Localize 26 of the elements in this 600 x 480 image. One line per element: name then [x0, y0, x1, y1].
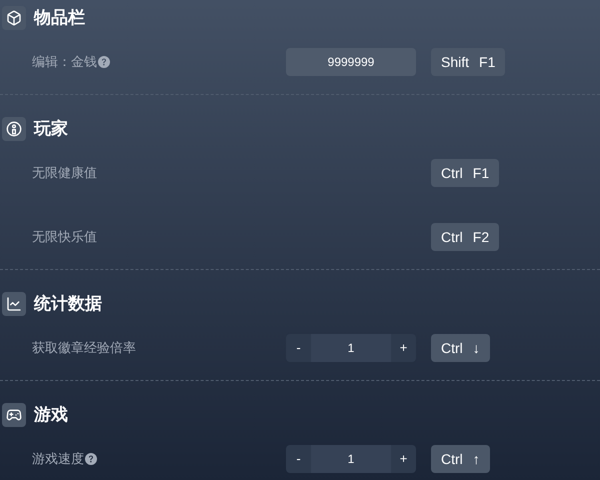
line-chart-icon: [6, 296, 22, 312]
number-field[interactable]: 1: [311, 445, 391, 473]
setting-label: 无限健康值: [32, 164, 97, 182]
hotkey-button[interactable]: Ctrl ↓: [431, 334, 490, 362]
hotkey-button[interactable]: Ctrl ↑: [431, 445, 490, 473]
section-title: 统计数据: [34, 293, 102, 315]
decrement-button[interactable]: -: [286, 445, 311, 473]
setting-label: 编辑：金钱: [32, 53, 97, 72]
increment-button[interactable]: +: [391, 334, 416, 362]
section-title: 游戏: [34, 404, 68, 426]
decrement-button[interactable]: -: [286, 334, 311, 362]
section-title: 物品栏: [34, 7, 85, 29]
increment-button[interactable]: +: [391, 445, 416, 473]
hotkey-button[interactable]: Ctrl F2: [431, 223, 500, 251]
setting-label: 获取徽章经验倍率: [32, 339, 136, 358]
help-icon[interactable]: [85, 453, 97, 465]
setting-label: 游戏速度: [32, 450, 84, 468]
gamepad-icon: [6, 407, 22, 423]
setting-label: 无限快乐值: [32, 228, 97, 246]
number-field[interactable]: 1: [311, 334, 391, 362]
section-title: 玩家: [34, 118, 68, 140]
hotkey-button[interactable]: Ctrl F1: [431, 159, 500, 187]
cube-icon: [6, 10, 22, 26]
hotkey-button[interactable]: Shift F1: [431, 48, 506, 76]
help-icon[interactable]: [98, 56, 110, 68]
number-field[interactable]: 9999999: [286, 48, 416, 76]
